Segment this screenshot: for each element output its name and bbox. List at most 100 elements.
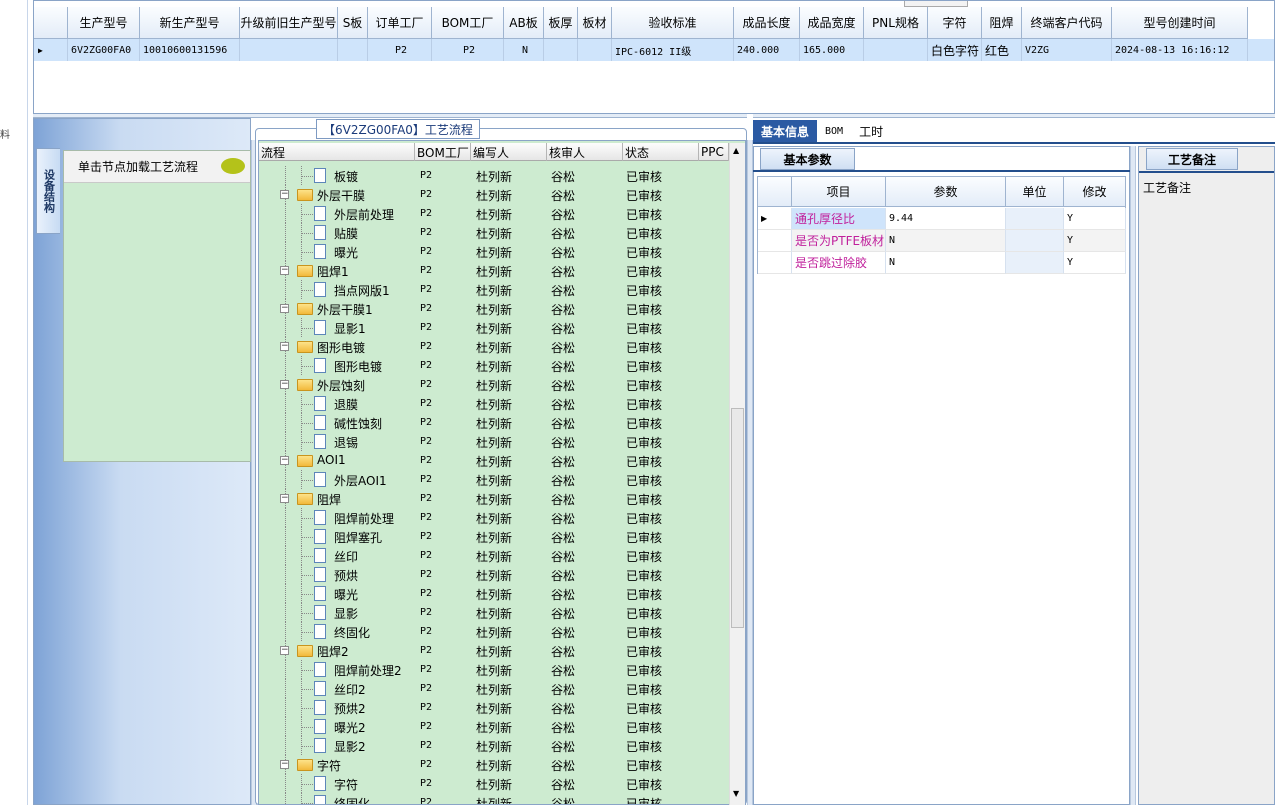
grid-col-header[interactable]: 成品长度 — [734, 7, 800, 39]
collapse-toggle-icon[interactable]: − — [280, 646, 289, 655]
grid-cell[interactable]: 2024-08-13 16:16:12 — [1112, 39, 1248, 61]
tree-step-row[interactable]: 外层AOI1 P2 杜列新 谷松 已审核 — [259, 470, 729, 489]
tab-process-remark[interactable]: 工艺备注 — [1146, 148, 1238, 170]
process-tree[interactable]: 流程 BOM工厂 编写人 核审人 状态 PPC 板镀 P2 杜列新 谷松 已审核 − 外层干膜 P2 杜列… — [258, 140, 746, 805]
grid-col-header[interactable]: 板厚 — [544, 7, 578, 39]
collapse-toggle-icon[interactable]: − — [280, 190, 289, 199]
grid-col-header[interactable]: 订单工厂 — [368, 7, 432, 39]
grid-col-header[interactable]: 生产型号 — [68, 7, 140, 39]
grid-col-header[interactable]: 字符 — [928, 7, 982, 39]
grid-cell[interactable]: N — [504, 39, 544, 61]
grid-cell[interactable] — [338, 39, 368, 61]
grid-col-header[interactable]: 终端客户代码 — [1022, 7, 1112, 39]
tab-basic-params[interactable]: 基本参数 — [760, 148, 855, 170]
param-col-header[interactable]: 单位 — [1006, 177, 1064, 207]
right-splitter[interactable] — [1130, 146, 1136, 805]
grid-col-header[interactable]: S板 — [338, 7, 368, 39]
tree-step-row[interactable]: 退锡 P2 杜列新 谷松 已审核 — [259, 432, 729, 451]
right-tab[interactable]: BOM — [817, 120, 851, 142]
collapse-toggle-icon[interactable]: − — [280, 760, 289, 769]
tree-group-row[interactable]: − 外层干膜1 P2 杜列新 谷松 已审核 — [259, 299, 729, 318]
grid-cell[interactable]: 红色 — [982, 39, 1022, 61]
param-cell-edit[interactable]: Y — [1064, 252, 1126, 274]
collapse-toggle-icon[interactable]: − — [280, 494, 289, 503]
tree-step-row[interactable]: 碱性蚀刻 P2 杜列新 谷松 已审核 — [259, 413, 729, 432]
tree-step-row[interactable]: 曝光 P2 杜列新 谷松 已审核 — [259, 242, 729, 261]
process-col-header[interactable]: PPC — [699, 143, 729, 161]
tree-step-row[interactable]: 显影2 P2 杜列新 谷松 已审核 — [259, 736, 729, 755]
param-cell-item[interactable]: 是否跳过除胶 — [792, 252, 886, 274]
tree-step-row[interactable]: 显影1 P2 杜列新 谷松 已审核 — [259, 318, 729, 337]
collapse-toggle-icon[interactable]: − — [280, 342, 289, 351]
tree-step-row[interactable]: 丝印2 P2 杜列新 谷松 已审核 — [259, 679, 729, 698]
param-cell-param[interactable]: 9.44 — [886, 208, 1006, 230]
tree-step-row[interactable]: 曝光2 P2 杜列新 谷松 已审核 — [259, 717, 729, 736]
tree-step-row[interactable]: 图形电镀 P2 杜列新 谷松 已审核 — [259, 356, 729, 375]
grid-col-header[interactable]: 验收标准 — [612, 7, 734, 39]
param-cell-param[interactable]: N — [886, 230, 1006, 252]
collapse-toggle-icon[interactable]: − — [280, 304, 289, 313]
param-col-header[interactable]: 项目 — [792, 177, 886, 207]
tree-step-row[interactable]: 字符 P2 杜列新 谷松 已审核 — [259, 774, 729, 793]
tree-step-row[interactable]: 阻焊前处理 P2 杜列新 谷松 已审核 — [259, 508, 729, 527]
grid-col-header[interactable]: 成品宽度 — [800, 7, 864, 39]
param-cell-unit[interactable] — [1006, 208, 1064, 230]
tree-step-row[interactable]: 阻焊前处理2 P2 杜列新 谷松 已审核 — [259, 660, 729, 679]
tree-step-row[interactable]: 丝印 P2 杜列新 谷松 已审核 — [259, 546, 729, 565]
param-cell-edit[interactable]: Y — [1064, 208, 1126, 230]
grid-col-header[interactable]: 型号创建时间 — [1112, 7, 1248, 39]
process-col-header[interactable]: BOM工厂 — [415, 143, 471, 161]
tree-step-row[interactable]: 预烘2 P2 杜列新 谷松 已审核 — [259, 698, 729, 717]
grid-cell[interactable]: P2 — [368, 39, 432, 61]
tree-step-row[interactable]: 挡点网版1 P2 杜列新 谷松 已审核 — [259, 280, 729, 299]
tree-step-row[interactable]: 显影 P2 杜列新 谷松 已审核 — [259, 603, 729, 622]
grid-col-header[interactable]: AB板 — [504, 7, 544, 39]
tree-group-row[interactable]: − 图形电镀 P2 杜列新 谷松 已审核 — [259, 337, 729, 356]
grid-cell[interactable]: 10010600131596 — [140, 39, 240, 61]
grid-cell[interactable]: IPC-6012 II级 — [612, 39, 734, 61]
grid-col-header[interactable]: BOM工厂 — [432, 7, 504, 39]
grid-col-header[interactable]: 阻焊 — [982, 7, 1022, 39]
tree-step-row[interactable]: 外层前处理 P2 杜列新 谷松 已审核 — [259, 204, 729, 223]
tree-step-row[interactable]: 贴膜 P2 杜列新 谷松 已审核 — [259, 223, 729, 242]
grid-cell[interactable] — [544, 39, 578, 61]
param-cell-item[interactable]: 通孔厚径比 — [792, 208, 886, 230]
grid-col-header[interactable]: PNL规格 — [864, 7, 928, 39]
collapse-toggle-icon[interactable]: − — [280, 456, 289, 465]
tree-step-row[interactable]: 预烘 P2 杜列新 谷松 已审核 — [259, 565, 729, 584]
grid-col-header[interactable]: 板材 — [578, 7, 612, 39]
scroll-up-icon[interactable]: ▲ — [733, 146, 739, 155]
tree-group-row[interactable]: − 阻焊 P2 杜列新 谷松 已审核 — [259, 489, 729, 508]
param-col-header[interactable]: 参数 — [886, 177, 1006, 207]
tree-group-row[interactable]: − 外层干膜 P2 杜列新 谷松 已审核 — [259, 185, 729, 204]
process-col-header[interactable]: 流程 — [259, 143, 415, 161]
grid-cell[interactable] — [578, 39, 612, 61]
top-splitter-right[interactable] — [753, 114, 1275, 118]
tree-step-row[interactable]: 终固化 P2 杜列新 谷松 已审核 — [259, 622, 729, 641]
right-tab[interactable]: 工时 — [851, 120, 891, 142]
scroll-thumb[interactable] — [731, 408, 744, 628]
grid-col-header[interactable]: 新生产型号 — [140, 7, 240, 39]
tree-group-row[interactable]: − AOI1 P2 杜列新 谷松 已审核 — [259, 451, 729, 470]
process-scrollbar[interactable]: ▲ ▼ — [729, 143, 745, 805]
tree-step-row[interactable]: 终固化 P2 杜列新 谷松 已审核 — [259, 793, 729, 804]
tree-group-row[interactable]: − 阻焊2 P2 杜列新 谷松 已审核 — [259, 641, 729, 660]
grid-cell[interactable] — [864, 39, 928, 61]
tree-step-row[interactable]: 退膜 P2 杜列新 谷松 已审核 — [259, 394, 729, 413]
grid-cell[interactable]: P2 — [432, 39, 504, 61]
tab-device-structure[interactable]: 设备结构 — [36, 148, 60, 234]
tree-group-row[interactable]: − 外层蚀刻 P2 杜列新 谷松 已审核 — [259, 375, 729, 394]
param-cell-unit[interactable] — [1006, 252, 1064, 274]
param-cell-item[interactable]: 是否为PTFE板材 — [792, 230, 886, 252]
collapse-toggle-icon[interactable]: − — [280, 266, 289, 275]
grid-cell[interactable]: V2ZG — [1022, 39, 1112, 61]
collapse-toggle-icon[interactable]: − — [280, 380, 289, 389]
grid-cell[interactable]: 240.000 — [734, 39, 800, 61]
param-cell-edit[interactable]: Y — [1064, 230, 1126, 252]
scroll-down-icon[interactable]: ▼ — [733, 789, 739, 798]
param-cell-unit[interactable] — [1006, 230, 1064, 252]
model-grid-row[interactable]: ▶ 6V2ZG00FA0 10010600131596 P2 P2 N IPC-6012 I… — [34, 39, 1274, 61]
grid-cell[interactable] — [240, 39, 338, 61]
grid-cell[interactable]: 白色字符 — [928, 39, 982, 61]
tree-step-row[interactable]: 曝光 P2 杜列新 谷松 已审核 — [259, 584, 729, 603]
